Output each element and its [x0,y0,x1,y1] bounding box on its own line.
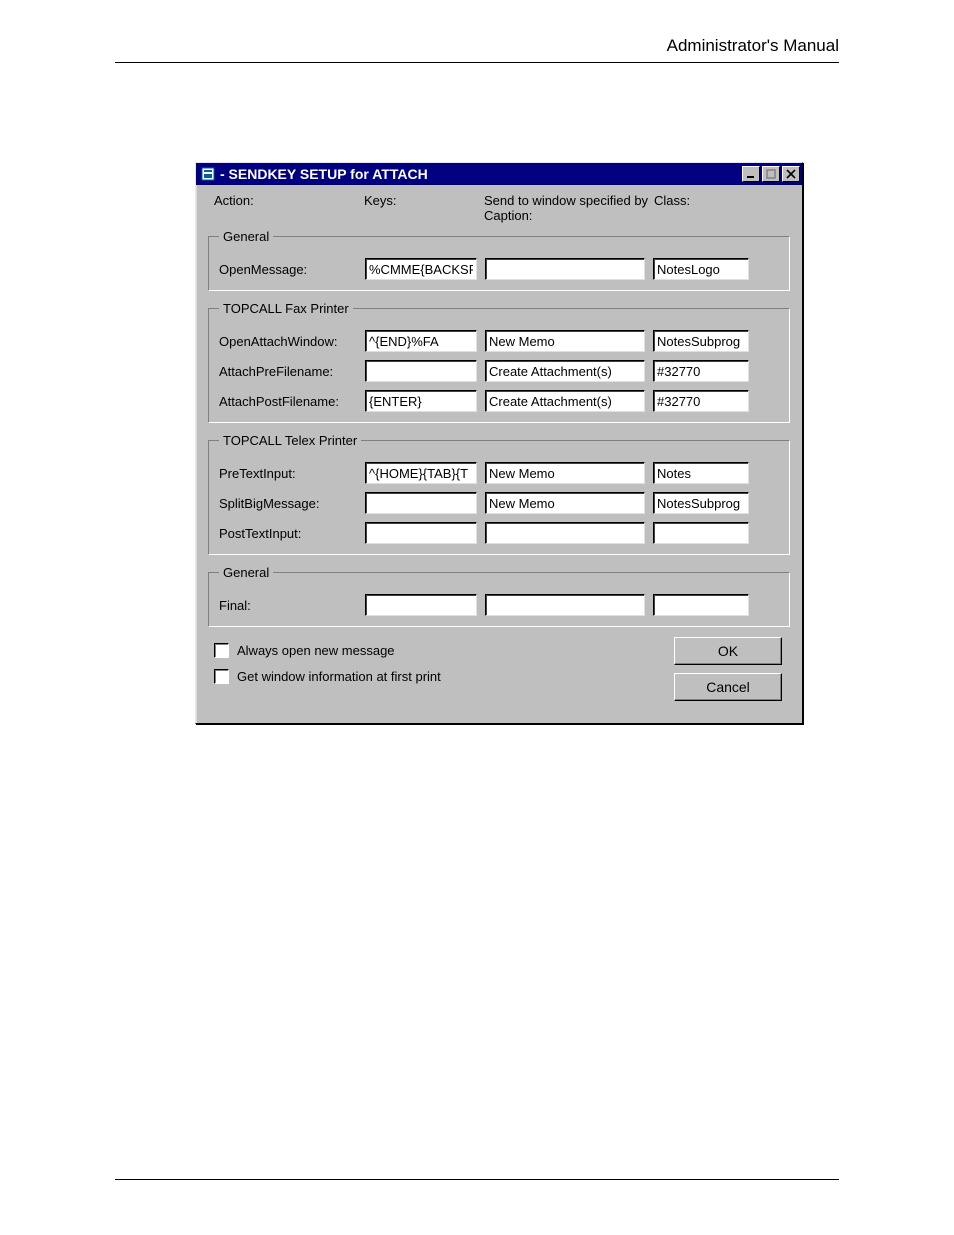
label-attachpostfilename: AttachPostFilename: [219,394,365,409]
row-attachprefilename: AttachPreFilename: [219,356,779,386]
row-splitbigmessage: SplitBigMessage: [219,488,779,518]
page-header-text: Administrator's Manual [667,36,839,55]
header-caption: Caption: [484,208,654,223]
maximize-button[interactable] [762,166,780,182]
app-icon [200,166,216,182]
header-keys: Keys: [364,193,484,223]
label-openmessage: OpenMessage: [219,262,365,277]
cancel-button[interactable]: Cancel [674,673,782,701]
label-pretextinput: PreTextInput: [219,466,365,481]
posttextinput-keys[interactable] [365,522,477,544]
check-always-open[interactable]: Always open new message [214,637,674,663]
bottom-area: Always open new message Get window infor… [214,637,784,709]
group-general-2: General Final: [208,565,790,627]
splitbigmessage-keys[interactable] [365,492,477,514]
label-attachprefilename: AttachPreFilename: [219,364,365,379]
window-title: - SENDKEY SETUP for ATTACH [220,166,740,182]
pretextinput-caption[interactable] [485,462,645,484]
header-class: Class: [654,193,754,223]
label-posttextinput: PostTextInput: [219,526,365,541]
check-get-window-info-box[interactable] [214,669,229,684]
attachpostfilename-class[interactable] [653,390,749,412]
dialog-window: - SENDKEY SETUP for ATTACH Action: Keys:… [195,162,803,724]
label-openattachwindow: OpenAttachWindow: [219,334,365,349]
pretextinput-class[interactable] [653,462,749,484]
row-final: Final: [219,590,779,620]
attachpostfilename-keys[interactable] [365,390,477,412]
row-pretextinput: PreTextInput: [219,458,779,488]
pretextinput-keys[interactable] [365,462,477,484]
close-button[interactable] [782,166,800,182]
group-telex-printer-legend: TOPCALL Telex Printer [219,433,361,448]
check-get-window-info-label: Get window information at first print [237,669,441,684]
attachprefilename-keys[interactable] [365,360,477,382]
column-headers: Action: Keys: Send to window specified b… [214,193,784,223]
ok-button[interactable]: OK [674,637,782,665]
row-attachpostfilename: AttachPostFilename: [219,386,779,416]
row-openattachwindow: OpenAttachWindow: [219,326,779,356]
attachprefilename-class[interactable] [653,360,749,382]
group-general-1-legend: General [219,229,273,244]
splitbigmessage-class[interactable] [653,492,749,514]
openmessage-caption[interactable] [485,258,645,280]
row-openmessage: OpenMessage: [219,254,779,284]
header-action: Action: [214,193,364,223]
client-area: Action: Keys: Send to window specified b… [196,185,802,723]
openattachwindow-keys[interactable] [365,330,477,352]
final-keys[interactable] [365,594,477,616]
check-always-open-box[interactable] [214,643,229,658]
attachpostfilename-caption[interactable] [485,390,645,412]
openmessage-keys[interactable] [365,258,477,280]
posttextinput-class[interactable] [653,522,749,544]
group-fax-printer: TOPCALL Fax Printer OpenAttachWindow: At… [208,301,790,423]
check-get-window-info[interactable]: Get window information at first print [214,663,674,689]
final-class[interactable] [653,594,749,616]
page-footer [115,1179,839,1180]
label-final: Final: [219,598,365,613]
minimize-button[interactable] [742,166,760,182]
header-sendto: Send to window specified by [484,193,654,208]
group-telex-printer: TOPCALL Telex Printer PreTextInput: Spli… [208,433,790,555]
label-splitbigmessage: SplitBigMessage: [219,496,365,511]
openattachwindow-caption[interactable] [485,330,645,352]
splitbigmessage-caption[interactable] [485,492,645,514]
page-header: Administrator's Manual [115,36,839,63]
attachprefilename-caption[interactable] [485,360,645,382]
row-posttextinput: PostTextInput: [219,518,779,548]
check-always-open-label: Always open new message [237,643,395,658]
final-caption[interactable] [485,594,645,616]
openattachwindow-class[interactable] [653,330,749,352]
title-bar[interactable]: - SENDKEY SETUP for ATTACH [196,163,802,185]
group-general-1: General OpenMessage: [208,229,790,291]
posttextinput-caption[interactable] [485,522,645,544]
group-fax-printer-legend: TOPCALL Fax Printer [219,301,353,316]
group-general-2-legend: General [219,565,273,580]
openmessage-class[interactable] [653,258,749,280]
